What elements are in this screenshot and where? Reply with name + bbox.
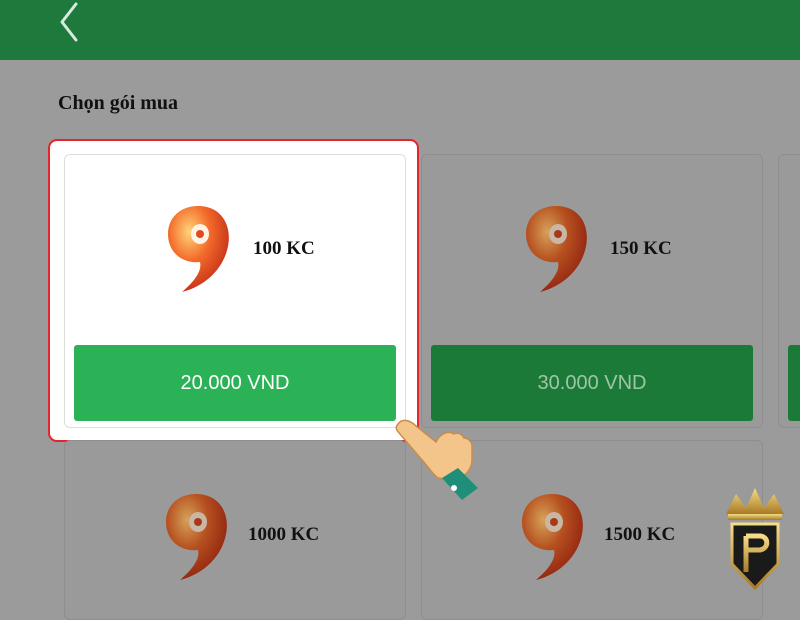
package-amount: 1000 KC [248,524,320,545]
crown-logo [726,488,784,591]
page-title: Chọn gói mua [58,92,179,114]
pointing-hand-icon [395,419,478,500]
package-amount: 100 KC [253,238,315,259]
chevron-left-icon [60,2,78,42]
top-bar [0,0,800,60]
buy-button-20000[interactable]: 20.000 VND [74,345,396,421]
gem-icon [522,494,583,580]
back-button[interactable] [52,0,86,44]
package-amount: 150 KC [610,238,672,259]
gem-icon [166,494,227,580]
buy-button-partial[interactable] [788,345,800,421]
package-card-1000[interactable] [64,440,406,620]
gem-icon [526,206,587,292]
package-amount: 1500 KC [604,524,676,545]
gem-icon [168,206,229,292]
